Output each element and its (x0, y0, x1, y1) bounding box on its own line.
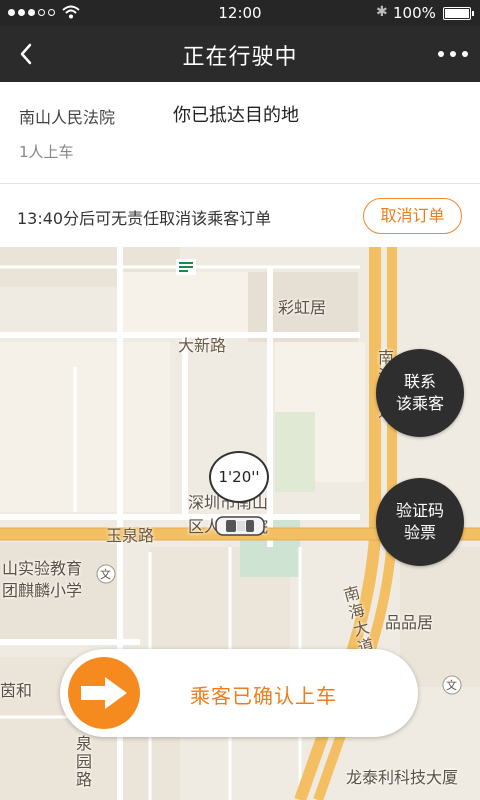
map-label-quanyuan: 泉园路 (73, 735, 92, 789)
page-title: 正在行驶中 (182, 45, 298, 70)
contact-label-1: 联系 (403, 372, 436, 391)
school-icon-right: 文 (446, 679, 457, 692)
map-label-pinpin: 品品居 (385, 613, 434, 632)
timer-bubble: 1'20'' (209, 451, 269, 503)
nav-bar: 正在行驶中 (0, 26, 480, 82)
slide-arrow-icon[interactable] (68, 657, 140, 729)
cancel-order-button[interactable]: 取消订单 (363, 198, 462, 234)
passenger-count: 1人上车 (19, 143, 74, 161)
trip-destination-status: 你已抵达目的地 (173, 105, 299, 126)
trip-info: 南山人民法院 你已抵达目的地 1人上车 (0, 82, 480, 184)
contact-passenger-button[interactable]: 联系 该乘客 (376, 349, 464, 437)
battery-percent: 100% (393, 4, 436, 22)
verify-label-1: 验证码 (395, 501, 444, 520)
map-label-zhonghe: 茵和 (0, 681, 33, 700)
confirm-boarding-slider[interactable]: 乘客已确认上车 (60, 649, 418, 737)
map-label-longtai: 龙泰利科技大厦 (346, 768, 459, 787)
map-label-school-1: 山实验教育 (2, 559, 83, 578)
map-label-school-2: 团麒麟小学 (2, 581, 83, 600)
verify-ticket-button[interactable]: 验证码 验票 (376, 478, 464, 566)
car-icon (215, 516, 265, 536)
verify-label-2: 验票 (403, 523, 436, 542)
more-options-icon[interactable] (438, 40, 468, 68)
map-label-rainbow: 彩虹居 (278, 298, 327, 317)
battery-icon (443, 7, 474, 20)
school-icon: 文 (100, 568, 111, 581)
trip-origin: 南山人民法院 (19, 108, 116, 127)
bluetooth-icon: ✱ (376, 4, 388, 20)
confirm-boarding-label: 乘客已确认上车 (190, 684, 337, 708)
cancel-row: 13:40分后可无责任取消该乘客订单 取消订单 (0, 184, 480, 247)
status-bar: 12:00 ✱ 100% (0, 0, 480, 26)
map-label-yuquan-road: 玉泉路 (106, 526, 155, 545)
contact-label-2: 该乘客 (395, 394, 444, 413)
cancel-notice: 13:40分后可无责任取消该乘客订单 (17, 209, 272, 228)
map-label-daxin-road: 大新路 (178, 336, 227, 355)
